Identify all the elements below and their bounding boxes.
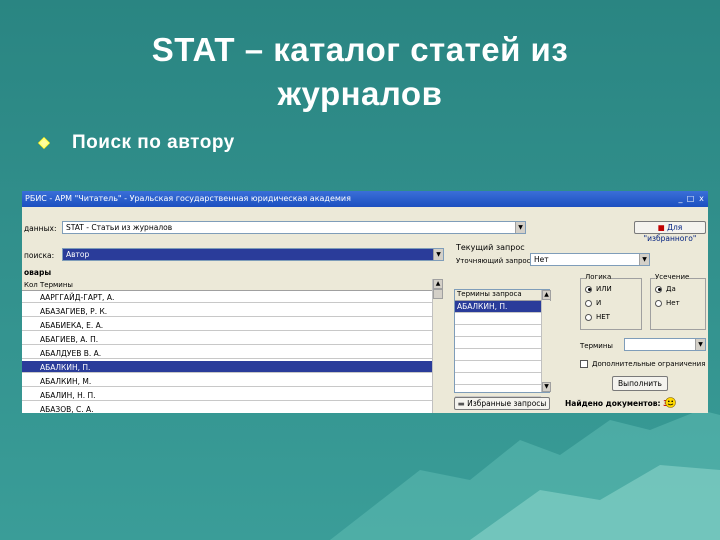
current-query-label: Текущий запрос — [456, 243, 525, 252]
scroll-up-icon[interactable]: ▲ — [542, 290, 551, 300]
terms-list-row[interactable]: АБАГИЕВ, А. П. — [22, 333, 432, 345]
logic-group-label: Логика — [585, 273, 612, 281]
database-value: STAT - Статьи из журналов — [66, 223, 173, 232]
query-terms-list: Термины запроса АБАЛКИН, П. ▲ ▼ — [454, 289, 551, 397]
terms-scrollbar[interactable]: ▲ — [432, 279, 443, 413]
query-term-row[interactable] — [455, 385, 541, 397]
search-type-select[interactable]: Автор ▼ — [62, 248, 444, 261]
term-text: АБАБИЕКА, Е. А. — [40, 321, 104, 330]
maximize-icon[interactable]: □ — [686, 193, 695, 204]
additional-limits-label: Дополнительные ограничения — [592, 360, 706, 368]
query-term-row[interactable] — [455, 313, 541, 325]
smiley-icon — [665, 397, 676, 408]
truncation-radio[interactable]: Нет — [655, 299, 680, 307]
terms-list-row[interactable]: АБАЗАГИЕВ, Р. К. — [22, 305, 432, 317]
terms-list-row[interactable]: АБАЛИН, Н. П. — [22, 389, 432, 401]
terms-name-header[interactable]: Термины — [40, 281, 73, 289]
terms-list-row[interactable]: ААРГГАЙД-ГАРТ, А. — [22, 291, 432, 303]
truncation-option-label: Да — [666, 285, 676, 293]
term-text: АБАЛДУЕВ В. А. — [40, 349, 102, 358]
saved-queries-button[interactable]: ▬ Избранные запросы — [454, 397, 550, 410]
truncation-option-label: Нет — [666, 299, 680, 307]
truncation-group-label: Усечение — [655, 273, 690, 281]
chevron-down-icon[interactable]: ▼ — [695, 339, 705, 350]
query-term-row[interactable]: АБАЛКИН, П. — [455, 301, 541, 313]
logic-radio[interactable]: НЕТ — [585, 313, 610, 321]
favorites-button[interactable]: ■ Для "избранного" — [634, 221, 706, 243]
term-text: АБАЗОВ, С. А. — [40, 405, 94, 413]
dictionary-label: овары — [24, 268, 52, 277]
radio-button-icon[interactable] — [655, 285, 662, 293]
terms-combo[interactable]: ▼ — [624, 338, 706, 351]
query-term-row[interactable] — [455, 361, 541, 373]
truncation-group: Усечение Да Нет — [650, 273, 706, 330]
chevron-down-icon[interactable]: ▼ — [515, 222, 525, 233]
refine-query-select[interactable]: Нет ▼ — [530, 253, 650, 266]
search-type-label: поиска: — [24, 251, 55, 260]
slide-title: STAT – каталог статей из журналов — [151, 31, 569, 112]
saved-queries-label: Избранные запросы — [467, 399, 547, 408]
logic-option-label: ИЛИ — [596, 285, 612, 293]
terms-list-row[interactable]: АБАЛКИН, М. — [22, 375, 432, 387]
refine-query-value: Нет — [534, 255, 549, 264]
query-term-row[interactable] — [455, 349, 541, 361]
logic-option-label: НЕТ — [596, 313, 610, 321]
window-title: РБИС - АРМ "Читатель" - Уральская госуда… — [25, 194, 351, 203]
terms-count-header[interactable]: Кол — [24, 281, 38, 289]
scroll-up-icon[interactable]: ▲ — [433, 279, 443, 289]
radio-button-icon[interactable] — [585, 313, 592, 321]
database-label: данных: — [24, 224, 57, 233]
terms-list-row[interactable]: АБАЗОВ, С. А. — [22, 403, 432, 413]
logic-radio[interactable]: ИЛИ — [585, 285, 612, 293]
search-type-value: Автор — [66, 250, 90, 259]
database-select[interactable]: STAT - Статьи из журналов ▼ — [62, 221, 526, 234]
term-text: АБАЛИН, Н. П. — [40, 391, 96, 400]
window-titlebar: РБИС - АРМ "Читатель" - Уральская госуда… — [22, 191, 708, 207]
query-term-row[interactable] — [455, 325, 541, 337]
term-text: АБАЗАГИЕВ, Р. К. — [40, 307, 108, 316]
term-text: АБАЛКИН, М. — [40, 377, 92, 386]
radio-button-icon[interactable] — [585, 285, 592, 293]
logic-radio[interactable]: И — [585, 299, 601, 307]
truncation-radio[interactable]: Да — [655, 285, 676, 293]
app-window: РБИС - АРМ "Читатель" - Уральская госуда… — [22, 191, 708, 413]
terms-list-header: Кол Термины — [22, 279, 432, 291]
close-icon[interactable]: x — [697, 193, 706, 204]
query-term-row[interactable] — [455, 373, 541, 385]
scroll-down-icon[interactable]: ▼ — [542, 382, 551, 392]
bullet-text: Поиск по автору — [72, 132, 235, 153]
logic-option-label: И — [596, 299, 602, 307]
term-text: ААРГГАЙД-ГАРТ, А. — [40, 293, 115, 302]
terms-list-row[interactable]: АБАБИЕКА, Е. А. — [22, 319, 432, 331]
chevron-down-icon[interactable]: ▼ — [433, 249, 443, 260]
found-documents: Найдено документов: 3 — [565, 399, 668, 408]
query-term-row[interactable] — [455, 337, 541, 349]
term-text: АБАЛКИН, П. — [40, 363, 91, 372]
bullet-item: Поиск по автору — [38, 132, 235, 154]
execute-button[interactable]: Выполнить — [612, 376, 668, 391]
terms-combo-label: Термины — [580, 342, 613, 350]
found-label: Найдено документов: — [565, 399, 661, 408]
query-scrollbar[interactable]: ▲ ▼ — [541, 290, 551, 392]
radio-button-icon[interactable] — [585, 299, 592, 307]
radio-button-icon[interactable] — [655, 299, 662, 307]
terms-list: Кол Термины ААРГГАЙД-ГАРТ, А. АБАЗАГИЕВ, … — [22, 279, 443, 413]
favorites-label: Для "избранного" — [643, 223, 697, 243]
logic-group: Логика ИЛИ И НЕТ — [580, 273, 642, 330]
chevron-down-icon[interactable]: ▼ — [639, 254, 649, 265]
terms-list-row[interactable]: АБАЛДУЕВ В. А. — [22, 347, 432, 359]
term-text: АБАГИЕВ, А. П. — [40, 335, 99, 344]
diamond-bullet-icon — [38, 137, 50, 149]
terms-list-row[interactable]: АБАЛКИН, П. — [22, 361, 432, 373]
minimize-icon[interactable]: _ — [676, 193, 685, 204]
refine-query-label: Уточняющий запрос — [456, 257, 531, 265]
scroll-thumb[interactable] — [433, 289, 443, 299]
query-terms-header: Термины запроса — [455, 290, 551, 301]
additional-limits-checkbox[interactable] — [580, 360, 588, 368]
